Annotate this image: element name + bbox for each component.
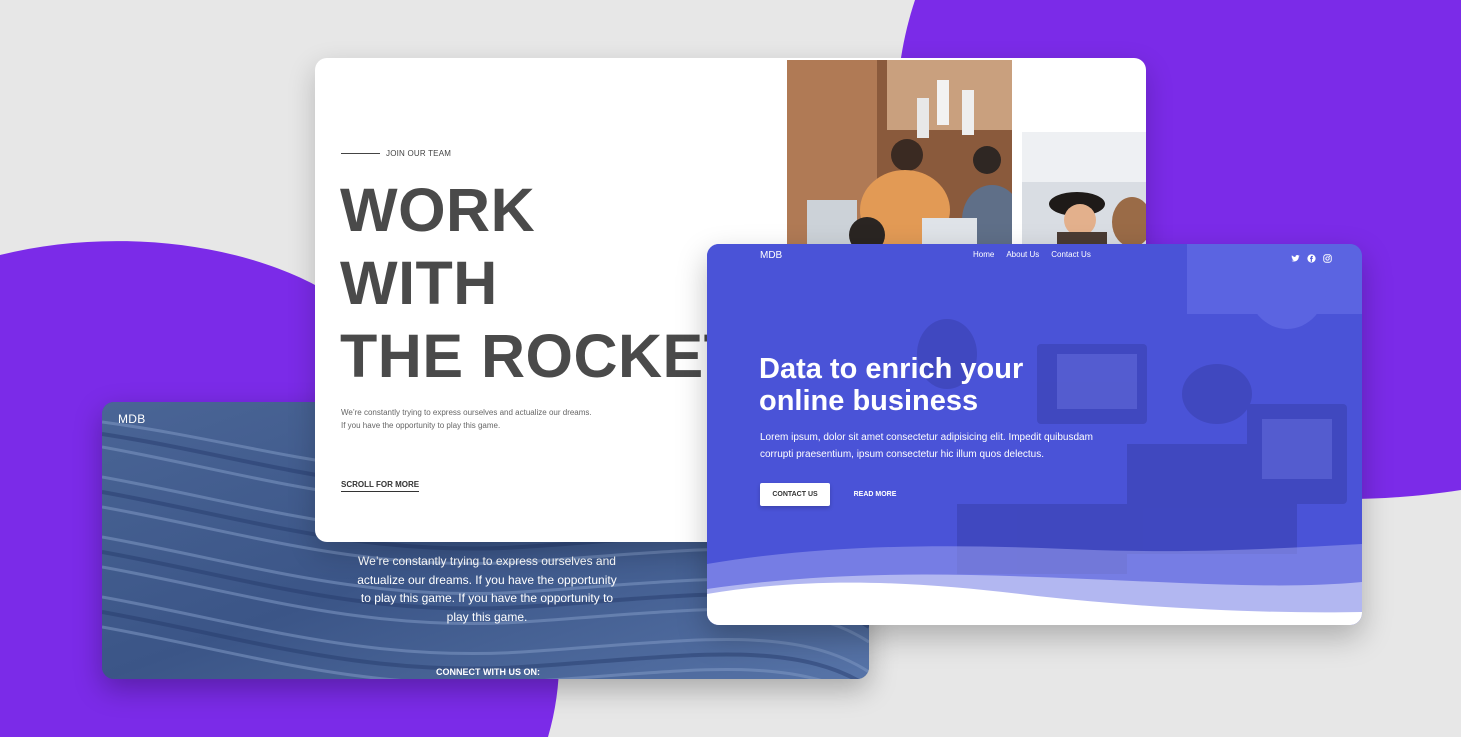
eyebrow-line (341, 153, 380, 155)
headline-line: WORK (340, 176, 536, 244)
top-nav: Home About Us Contact Us (973, 250, 1091, 259)
hero-text-line: Lorem ipsum, dolor sit amet consectetur … (760, 432, 1093, 443)
twitter-icon[interactable] (1291, 250, 1300, 262)
subtext: We’re constantly trying to express ourse… (341, 406, 592, 432)
scroll-link[interactable]: SCROLL FOR MORE (341, 480, 420, 492)
eyebrow-label: JOIN OUR TEAM (386, 149, 452, 158)
intro-paragraph: We’re constantly trying to express ourse… (357, 554, 617, 624)
connect-label: CONNECT WITH US ON: (436, 667, 540, 677)
facebook-icon[interactable] (1307, 250, 1316, 263)
subtext-line: We’re constantly trying to express ourse… (341, 408, 592, 417)
brand-logo[interactable]: MDB (118, 412, 146, 426)
read-more-button[interactable]: READ MORE (843, 483, 907, 506)
hero-description: Lorem ipsum, dolor sit amet consectetur … (760, 429, 1140, 463)
nav-about-us[interactable]: About Us (1006, 250, 1039, 259)
subtext-line: If you have the opportunity to play this… (341, 421, 501, 430)
nav-contact-us[interactable]: Contact Us (1051, 250, 1091, 259)
team-meeting-photo (787, 60, 1012, 244)
hero-title-line: online business (759, 385, 979, 417)
hero-title: Data to enrich your online business (759, 353, 1023, 417)
brand-logo[interactable]: MDB (760, 250, 782, 261)
friends-laughing-photo (1022, 132, 1146, 244)
hero-text-line: corrupti praesentium, ipsum consectetur … (760, 449, 1045, 460)
social-links (1291, 250, 1332, 263)
nav-home[interactable]: Home (973, 250, 994, 259)
data-business-preview: MDB Home About Us Contact Us Data to enr… (707, 244, 1362, 625)
hero-title-line: Data to enrich your (759, 353, 1024, 385)
contact-us-button[interactable]: CONTACT US (760, 483, 830, 506)
eyebrow: JOIN OUR TEAM (341, 149, 451, 158)
instagram-icon[interactable] (1323, 250, 1332, 263)
